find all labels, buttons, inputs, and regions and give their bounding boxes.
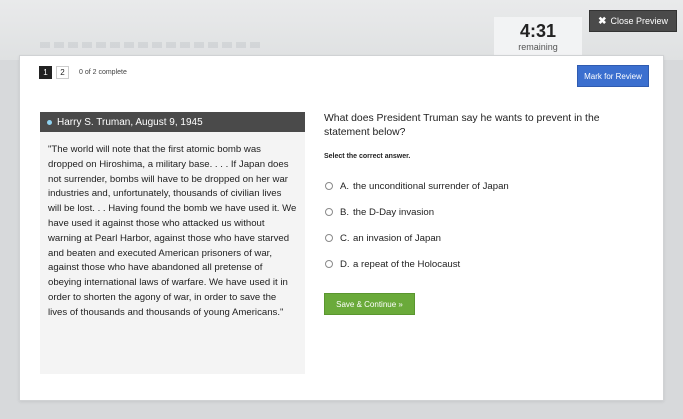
close-preview-label: Close Preview (610, 16, 668, 26)
radio-d[interactable] (325, 260, 333, 268)
option-letter: D. (340, 258, 350, 270)
option-b[interactable]: B. the D-Day invasion (324, 199, 644, 225)
faded-breadcrumb (40, 42, 260, 48)
radio-a[interactable] (325, 182, 333, 190)
page-2-button[interactable]: 2 (56, 66, 69, 79)
progress-text: 0 of 2 complete (79, 69, 127, 76)
pager: 1 2 0 of 2 complete (39, 66, 127, 79)
page-1-button[interactable]: 1 (39, 66, 52, 79)
mark-for-review-button[interactable]: Mark for Review (577, 65, 649, 87)
question-area: What does President Truman say he wants … (324, 112, 644, 315)
option-text: the unconditional surrender of Japan (353, 180, 509, 192)
source-quote: "The world will note that the first atom… (48, 144, 297, 318)
x-icon: ✖ (598, 15, 607, 27)
bullet-icon (47, 119, 52, 125)
option-letter: A. (340, 180, 350, 192)
radio-b[interactable] (325, 208, 333, 216)
source-header: Harry S. Truman, August 9, 1945 (40, 112, 305, 132)
answer-instruction: Select the correct answer. (324, 153, 411, 160)
radio-c[interactable] (325, 234, 333, 242)
source-title: Harry S. Truman, August 9, 1945 (57, 116, 203, 128)
option-text: a repeat of the Holocaust (353, 258, 461, 270)
option-d[interactable]: D. a repeat of the Holocaust (324, 251, 644, 277)
source-panel: Harry S. Truman, August 9, 1945 "The wor… (40, 112, 305, 374)
option-text: an invasion of Japan (353, 232, 442, 244)
timer: 4:31 remaining (494, 17, 582, 57)
option-a[interactable]: A. the unconditional surrender of Japan (324, 173, 644, 199)
save-continue-button[interactable]: Save & Continue » (324, 293, 415, 315)
timer-label: remaining (518, 42, 558, 52)
question-prompt: What does President Truman say he wants … (324, 113, 600, 138)
option-c[interactable]: C. an invasion of Japan (324, 225, 644, 251)
question-card: 1 2 0 of 2 complete Mark for Review Harr… (19, 55, 664, 401)
timer-time: 4:31 (519, 21, 557, 41)
close-preview-button[interactable]: ✖ Close Preview (589, 10, 677, 32)
option-text: the D-Day invasion (353, 206, 435, 218)
option-letter: C. (340, 232, 350, 244)
answer-options: A. the unconditional surrender of Japan … (324, 173, 644, 277)
option-letter: B. (340, 206, 350, 218)
